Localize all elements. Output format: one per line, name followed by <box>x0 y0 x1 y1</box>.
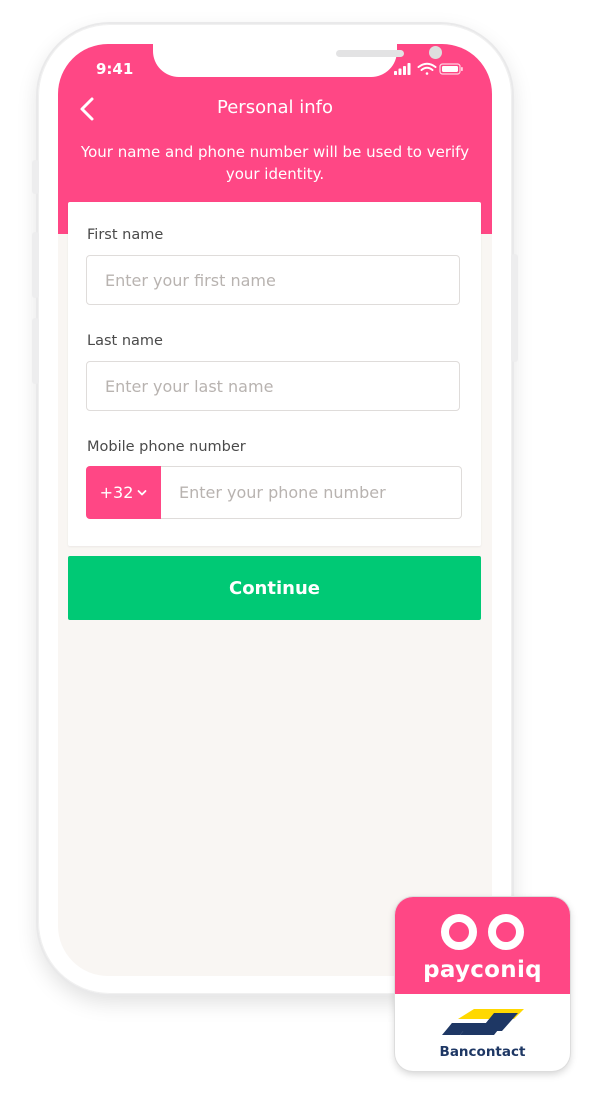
speaker-grille <box>336 50 404 57</box>
first-name-input[interactable] <box>87 256 459 304</box>
form-card: First name Last name Mobile phone number… <box>68 202 481 546</box>
country-code-value: +32 <box>99 483 134 502</box>
page-subtitle: Your name and phone number will be used … <box>80 143 470 183</box>
phone-side-button <box>32 160 39 194</box>
phone-field: +32 <box>86 466 462 519</box>
phone-side-button <box>32 318 39 384</box>
last-name-label: Last name <box>87 333 163 349</box>
payconiq-bancontact-badge: payconiq Bancontact <box>395 897 570 1071</box>
status-icons <box>394 61 464 75</box>
battery-icon <box>439 63 463 75</box>
continue-button[interactable]: Continue <box>68 556 481 620</box>
page-title: Personal info <box>217 97 333 118</box>
last-name-input[interactable] <box>87 362 459 410</box>
last-name-field[interactable] <box>86 361 460 411</box>
app-screen: 9:41 Personal info Your name and phone n… <box>58 44 492 976</box>
phone-side-button <box>511 254 518 362</box>
status-time: 9:41 <box>96 60 134 78</box>
phone-notch <box>153 44 442 77</box>
phone-side-button <box>32 232 39 298</box>
bancontact-logo-icon <box>442 1009 524 1035</box>
bancontact-wordmark: Bancontact <box>439 1044 526 1060</box>
signal-icon <box>394 63 411 75</box>
phone-number-input[interactable] <box>161 467 461 518</box>
first-name-field[interactable] <box>86 255 460 305</box>
phone-label: Mobile phone number <box>87 439 246 455</box>
phone-number-field[interactable] <box>161 466 462 519</box>
front-camera <box>429 46 442 59</box>
wifi-icon <box>417 62 437 75</box>
payconiq-badge-top: payconiq <box>395 897 570 994</box>
payconiq-wordmark: payconiq <box>423 957 542 983</box>
continue-label: Continue <box>228 577 320 599</box>
chevron-down-icon <box>137 489 147 495</box>
first-name-label: First name <box>87 227 164 243</box>
country-code-select[interactable]: +32 <box>86 466 161 519</box>
payconiq-logo-icon <box>441 914 524 950</box>
